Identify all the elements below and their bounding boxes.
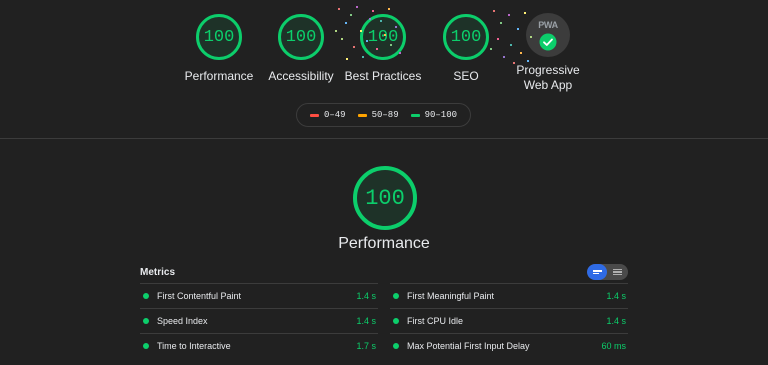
list-expanded-icon [612, 268, 622, 276]
average-swatch-icon [357, 113, 367, 117]
metric-label: Speed Index [157, 316, 208, 326]
metric-value: 1.4 s [606, 291, 626, 301]
metrics-view-toggle[interactable] [587, 264, 628, 280]
legend-item-pass: 90–100 [410, 110, 458, 120]
pass-swatch-icon [410, 113, 420, 117]
pass-dot-icon [393, 343, 399, 349]
legend-item-fail: 0–49 [309, 110, 346, 120]
compact-view-button[interactable] [587, 264, 607, 280]
fail-swatch-icon [309, 113, 319, 117]
metric-label: First CPU Idle [407, 316, 464, 326]
legend-range: 50–89 [371, 110, 399, 120]
metric-row: First Contentful Paint 1.4 s [140, 283, 378, 308]
legend-range: 0–49 [323, 110, 346, 120]
pass-dot-icon [393, 293, 399, 299]
section-divider [0, 138, 768, 139]
metrics-table: First Contentful Paint 1.4 s First Meani… [140, 283, 628, 358]
list-compact-icon [592, 270, 602, 274]
metric-value: 1.7 s [356, 341, 376, 351]
lighthouse-report: 100 Performance 100 Accessibility 100 Be… [0, 0, 768, 365]
metric-value: 1.4 s [356, 291, 376, 301]
metric-label: First Meaningful Paint [407, 291, 495, 301]
metric-value: 1.4 s [356, 316, 376, 326]
legend-range: 90–100 [424, 110, 458, 120]
performance-score-gauge: 100 [353, 166, 417, 230]
metric-row: First CPU Idle 1.4 s [390, 308, 628, 333]
legend-item-average: 50–89 [357, 110, 399, 120]
metric-label: First Contentful Paint [157, 291, 242, 301]
metric-value: 1.4 s [606, 316, 626, 326]
pass-dot-icon [393, 318, 399, 324]
metric-row: Time to Interactive 1.7 s [140, 333, 378, 358]
score-legend: 0–49 50–89 90–100 [296, 103, 471, 127]
pass-dot-icon [143, 343, 149, 349]
metric-label: Max Potential First Input Delay [407, 341, 530, 351]
metrics-heading: Metrics [140, 267, 176, 278]
metric-row: Max Potential First Input Delay 60 ms [390, 333, 628, 358]
pass-dot-icon [143, 318, 149, 324]
metric-value: 60 ms [601, 341, 626, 351]
metric-row: Speed Index 1.4 s [140, 308, 378, 333]
metric-label: Time to Interactive [157, 341, 231, 351]
metric-row: First Meaningful Paint 1.4 s [390, 283, 628, 308]
performance-title: Performance [338, 235, 430, 252]
expanded-view-button[interactable] [607, 264, 627, 280]
pass-dot-icon [143, 293, 149, 299]
